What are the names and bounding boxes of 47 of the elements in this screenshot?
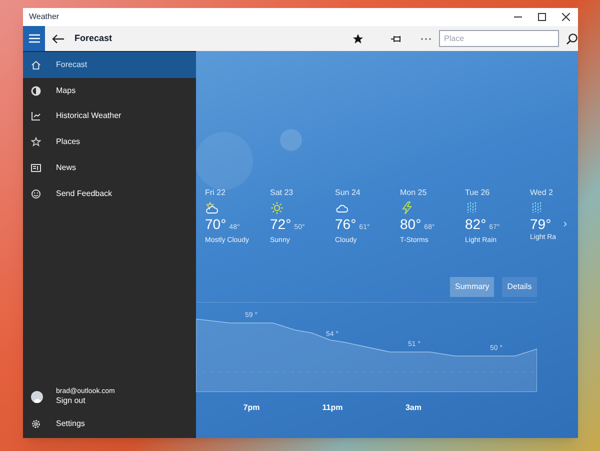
time-label: 7pm	[243, 403, 260, 412]
sun-cloud-icon	[205, 201, 219, 215]
avatar-icon	[31, 391, 43, 403]
day-label: Tue 26	[465, 187, 491, 199]
high-temperature: 70°	[205, 217, 226, 231]
menu-button[interactable]	[23, 26, 46, 51]
lightning-icon	[400, 201, 414, 215]
back-icon[interactable]	[52, 32, 64, 46]
more-icon[interactable]	[421, 36, 431, 40]
day-label: Fri 22	[205, 187, 226, 199]
globe-icon	[31, 86, 41, 96]
star-icon	[31, 137, 41, 148]
star-icon[interactable]	[352, 32, 364, 44]
high-temperature: 80°	[400, 217, 422, 231]
home-icon	[31, 60, 41, 70]
menu-icon	[28, 34, 40, 43]
day-label: Mon 25	[400, 187, 428, 199]
chart-icon	[31, 111, 41, 122]
sign-out-link[interactable]: Sign out	[56, 396, 115, 406]
time-label: 11pm	[322, 403, 343, 412]
view-tab[interactable]: Details	[502, 277, 537, 297]
sidebar-item[interactable]: Places	[23, 129, 196, 156]
rain-icon	[465, 201, 479, 215]
sun-icon	[270, 201, 284, 215]
smiley-icon	[31, 188, 41, 199]
day-label: Sun 24	[335, 187, 362, 199]
page-title: Forecast	[74, 32, 112, 45]
pin-icon[interactable]	[391, 34, 403, 44]
sidebar-item[interactable]: Forecast	[23, 52, 196, 78]
settings-icon	[31, 419, 41, 429]
high-temperature: 72°	[270, 217, 292, 231]
sidebar-item[interactable]: Historical Weather	[23, 104, 196, 130]
high-temperature: 76°	[335, 217, 356, 231]
newspaper-icon	[31, 163, 41, 174]
search-icon[interactable]	[566, 32, 578, 44]
high-temperature: 79°	[530, 217, 552, 231]
sidebar-item[interactable]: Send Feedback	[23, 180, 196, 207]
time-label: 3am	[405, 403, 422, 412]
window-title: Weather	[29, 11, 60, 23]
rain-icon	[530, 201, 544, 215]
day-label: Sat 23	[270, 187, 294, 199]
search-field[interactable]: Place	[439, 30, 559, 47]
sidebar-item[interactable]: News	[23, 155, 196, 181]
settings-item[interactable]: Settings	[23, 412, 196, 436]
sidebar-item[interactable]: Maps	[23, 78, 196, 104]
high-temperature: 82°	[465, 217, 486, 231]
day-label: Wed 2	[530, 187, 554, 199]
